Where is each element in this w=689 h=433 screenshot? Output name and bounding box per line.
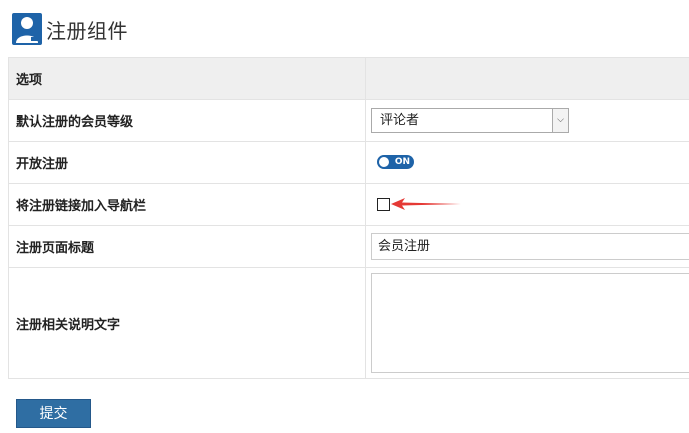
table-row: 默认注册的会员等级 评论者 ⌵ xyxy=(8,99,689,142)
table-header-row: 选项 xyxy=(8,57,689,100)
nav-link-label: 将注册链接加入导航栏 xyxy=(8,183,366,226)
toggle-knob xyxy=(379,156,389,167)
member-level-label: 默认注册的会员等级 xyxy=(8,99,366,142)
open-registration-label: 开放注册 xyxy=(8,141,366,184)
page-header: 注册组件 xyxy=(12,12,128,46)
settings-table: 选项 默认注册的会员等级 评论者 ⌵ 开放注册 ON 将注册链接加入导航栏 注册… xyxy=(8,57,689,379)
page-title-input[interactable]: 会员注册 xyxy=(371,233,689,260)
member-level-value: 评论者 xyxy=(380,113,420,128)
page-title: 注册组件 xyxy=(46,18,128,43)
submit-button[interactable]: 提交 xyxy=(16,399,91,428)
table-row: 将注册链接加入导航栏 xyxy=(8,183,689,226)
description-textarea[interactable] xyxy=(371,273,689,373)
header-empty-cell xyxy=(365,57,689,100)
member-level-select[interactable]: 评论者 ⌵ xyxy=(371,108,569,133)
toggle-state-text: ON xyxy=(394,156,410,167)
user-icon xyxy=(12,13,42,45)
open-registration-toggle[interactable]: ON xyxy=(377,154,414,169)
chevron-down-icon[interactable]: ⌵ xyxy=(552,109,568,132)
description-label: 注册相关说明文字 xyxy=(8,267,366,379)
table-row: 注册页面标题 会员注册 xyxy=(8,225,689,268)
options-header: 选项 xyxy=(8,57,366,100)
table-row: 注册相关说明文字 xyxy=(8,267,689,379)
nav-link-checkbox[interactable] xyxy=(377,197,390,211)
table-row: 开放注册 ON xyxy=(8,141,689,184)
arrow-pointer-icon xyxy=(391,197,461,210)
page-title-label: 注册页面标题 xyxy=(8,225,366,268)
